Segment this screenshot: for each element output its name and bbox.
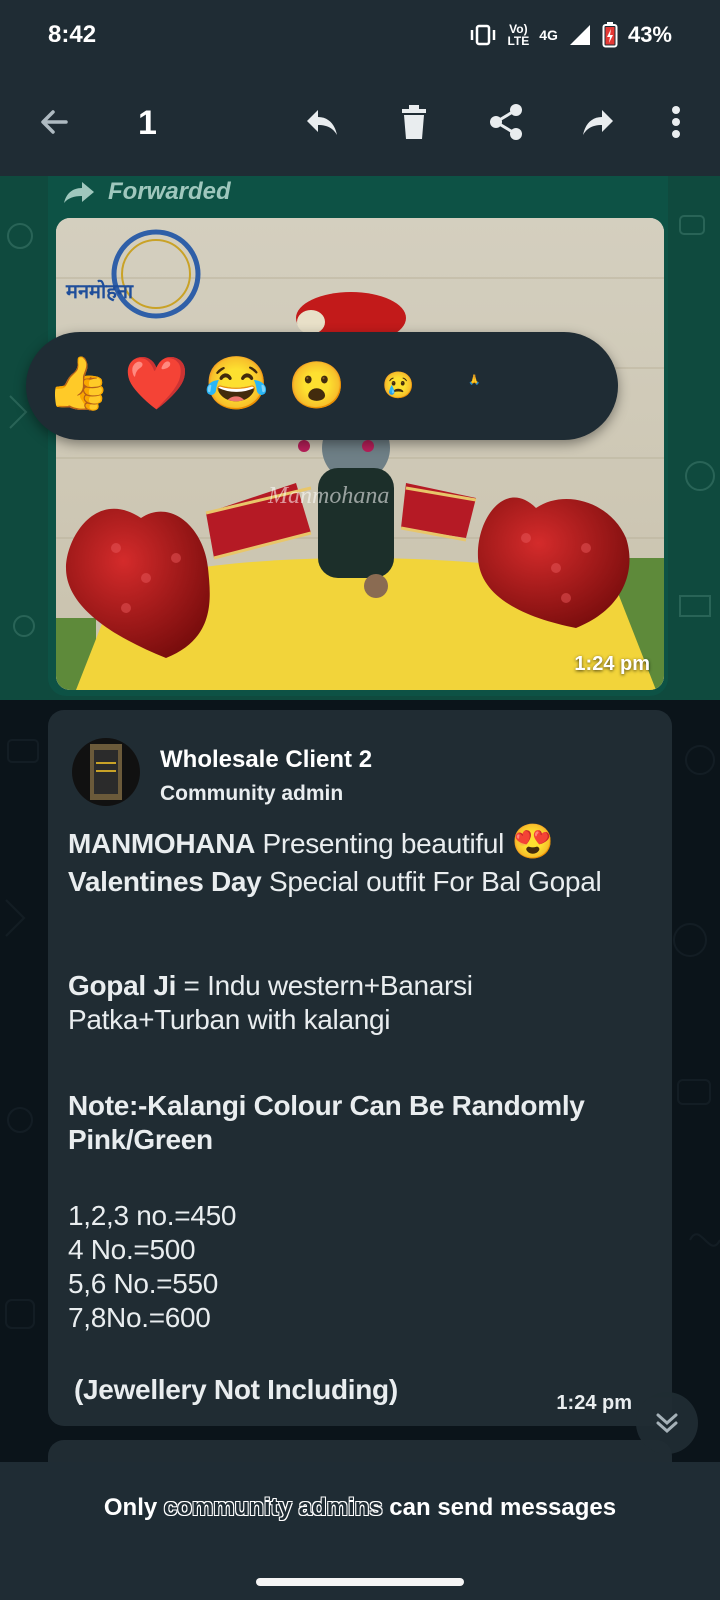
message-line: Patka+Turban with kalangi bbox=[68, 1004, 391, 1035]
message-line: Pink/Green bbox=[68, 1124, 213, 1155]
reaction-laughing[interactable]: 😂 bbox=[204, 358, 269, 410]
highlighted-word: admins bbox=[298, 1494, 383, 1521]
share-icon[interactable] bbox=[480, 96, 532, 148]
watermark-text: Manmohana bbox=[267, 483, 389, 509]
watermark-text: मनमोहना bbox=[65, 279, 134, 303]
home-gesture-handle[interactable] bbox=[256, 1578, 464, 1586]
double-chevron-down-icon bbox=[656, 1413, 678, 1434]
price-line: 7,8No.=600 bbox=[68, 1302, 211, 1333]
sender-role: Community admin bbox=[160, 782, 344, 805]
price-line: 4 No.=500 bbox=[68, 1234, 196, 1265]
admins-only-notice: Only community admins can send messages bbox=[0, 1462, 720, 1554]
reaction-heart[interactable]: ❤️ bbox=[124, 358, 189, 410]
highlighted-word: community bbox=[163, 1494, 292, 1521]
price-line: 5,6 No.=550 bbox=[68, 1268, 219, 1299]
signal-icon bbox=[569, 25, 590, 45]
forwarded-label: Forwarded bbox=[62, 178, 231, 206]
whatsapp-chat-screen: 8:42 Vo) LTE 4G 43% 1 Forwarded मनमोहना … bbox=[0, 0, 720, 1600]
message-image[interactable]: मनमोहना Manmohana 1:24 pm bbox=[56, 218, 664, 690]
reaction-picker: 👍 ❤️ 😂 😮 😢 🙏 bbox=[26, 332, 618, 440]
scroll-to-bottom-button[interactable] bbox=[636, 1392, 698, 1454]
reaction-pray[interactable]: 🙏 bbox=[468, 376, 480, 386]
status-bar: 8:42 Vo) LTE 4G 43% bbox=[0, 0, 720, 70]
selection-action-bar: 1 bbox=[0, 70, 720, 176]
message-line: Note:-Kalangi Colour Can Be Randomly bbox=[68, 1090, 585, 1121]
avatar[interactable] bbox=[72, 738, 140, 806]
delete-icon[interactable] bbox=[388, 96, 440, 148]
sender-name[interactable]: Wholesale Client 2 bbox=[160, 746, 372, 774]
battery-percent: 43% bbox=[627, 22, 672, 47]
message-line: Gopal Ji = Indu western+Banarsi bbox=[68, 970, 473, 1001]
reaction-surprised[interactable]: 😮 bbox=[288, 362, 345, 408]
status-time: 8:42 bbox=[48, 21, 97, 48]
battery-icon bbox=[602, 22, 618, 48]
vibrate-icon bbox=[471, 24, 496, 46]
status-icons: Vo) LTE 4G 43% bbox=[469, 22, 672, 48]
message-line: Valentines Day Special outfit For Bal Go… bbox=[68, 866, 602, 897]
back-arrow-icon[interactable] bbox=[28, 96, 80, 148]
bal-gopal-outfit-photo: मनमोहना Manmohana bbox=[56, 218, 664, 690]
message-time: 1:24 pm bbox=[574, 653, 650, 675]
price-line: 1,2,3 no.=450 bbox=[68, 1200, 237, 1231]
forwarded-arrow-icon bbox=[64, 182, 94, 203]
heart-eyes-emoji: 😍 bbox=[511, 823, 554, 861]
message-line: (Jewellery Not Including) bbox=[74, 1374, 398, 1405]
more-vert-icon[interactable] bbox=[650, 96, 702, 148]
volte-indicator: Vo) LTE bbox=[507, 22, 530, 48]
system-nav-bar bbox=[0, 1554, 720, 1600]
message-line: MANMOHANA Presenting beautiful 😍 bbox=[68, 823, 554, 861]
reply-icon[interactable] bbox=[296, 96, 348, 148]
network-type: 4G bbox=[539, 27, 558, 43]
message-time: 1:24 pm bbox=[556, 1392, 632, 1414]
reaction-thumbs-up[interactable]: 👍 bbox=[46, 358, 111, 410]
forward-icon[interactable] bbox=[572, 96, 624, 148]
selected-count: 1 bbox=[138, 104, 157, 142]
reaction-crying[interactable]: 😢 bbox=[382, 372, 414, 398]
